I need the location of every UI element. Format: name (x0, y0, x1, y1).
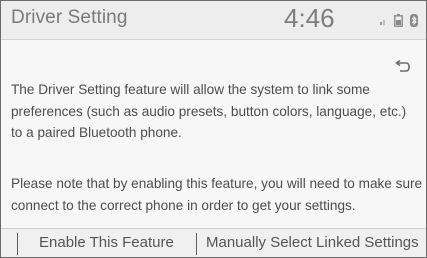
status-icons (380, 13, 418, 27)
note-paragraph: Please note that by enabling this featur… (11, 173, 427, 216)
description-paragraph: The Driver Setting feature will allow th… (11, 79, 411, 144)
bluetooth-icon (410, 13, 418, 27)
driver-setting-screen: Driver Setting 4:46 The Driver Setting f… (0, 0, 427, 258)
back-arrow-icon (393, 59, 411, 79)
description-line: The Driver Setting feature will allow th… (11, 82, 370, 97)
footer-divider (17, 233, 18, 255)
description-line: to a paired Bluetooth phone. (11, 125, 182, 140)
header-bar: Driver Setting 4:46 (1, 1, 426, 40)
manual-select-button[interactable]: Manually Select Linked Settings (206, 234, 419, 251)
back-button[interactable] (387, 57, 417, 81)
note-line: connect to the correct phone in order to… (11, 197, 356, 213)
enable-feature-button[interactable]: Enable This Feature (39, 234, 174, 251)
clock: 4:46 (284, 3, 335, 33)
battery-icon (394, 13, 403, 27)
footer-bar: Enable This Feature Manually Select Link… (1, 228, 426, 257)
signal-icon (380, 15, 387, 25)
description-line: preferences (such as audio presets, butt… (11, 103, 407, 119)
footer-divider (196, 233, 197, 255)
page-title: Driver Setting (11, 7, 128, 28)
note-line: Please note that by enabling this featur… (11, 176, 427, 191)
